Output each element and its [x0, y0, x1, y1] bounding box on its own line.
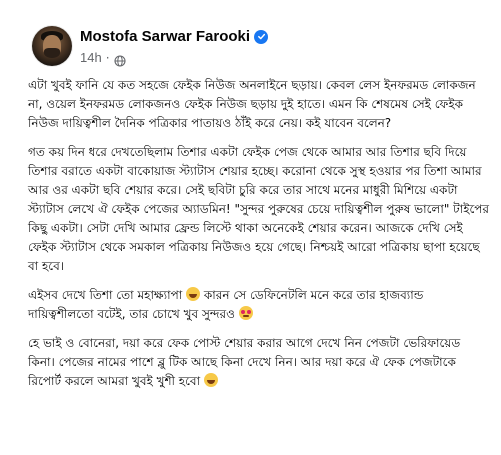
globe-icon[interactable]: [113, 52, 126, 67]
verified-badge-icon: [254, 29, 269, 44]
grinning-face-icon: [203, 373, 218, 387]
facebook-post: Mostofa Sarwar Farooki 14h · এটা খুবই ফা…: [0, 0, 501, 455]
post-body: এটা খুবই ফানি যে কত সহজে ফেইক নিউজ অনলাই…: [28, 76, 490, 401]
post-paragraph: এইসব দেখে তিশা তো মহাক্ষ্যাপা কারন সে ডে…: [28, 286, 490, 324]
meta-separator: ·: [105, 50, 110, 65]
author-row: Mostofa Sarwar Farooki: [80, 28, 269, 45]
post-paragraph: এটা খুবই ফানি যে কত সহজে ফেইক নিউজ অনলাই…: [28, 78, 476, 130]
post-paragraph: হে ভাই ও বোনেরা, দয়া করে ফেক পোস্ট শেয়…: [28, 334, 490, 391]
post-timestamp[interactable]: 14h: [80, 50, 102, 65]
paragraph-text: হে ভাই ও বোনেরা, দয়া করে ফেক পোস্ট শেয়…: [28, 336, 461, 388]
author-avatar[interactable]: [32, 26, 72, 66]
avatar-beard: [44, 48, 60, 58]
smiling-face-with-hearts-icon: [238, 306, 253, 320]
author-name[interactable]: Mostofa Sarwar Farooki: [80, 28, 250, 45]
post-meta: 14h ·: [80, 50, 126, 67]
paragraph-text: এইসব দেখে তিশা তো মহাক্ষ্যাপা: [28, 288, 183, 302]
post-paragraph: গত কয় দিন ধরে দেখতেছিলাম তিশার একটা ফেই…: [28, 145, 490, 273]
grinning-face-icon: [186, 287, 201, 301]
post-header: Mostofa Sarwar Farooki 14h ·: [18, 16, 488, 67]
